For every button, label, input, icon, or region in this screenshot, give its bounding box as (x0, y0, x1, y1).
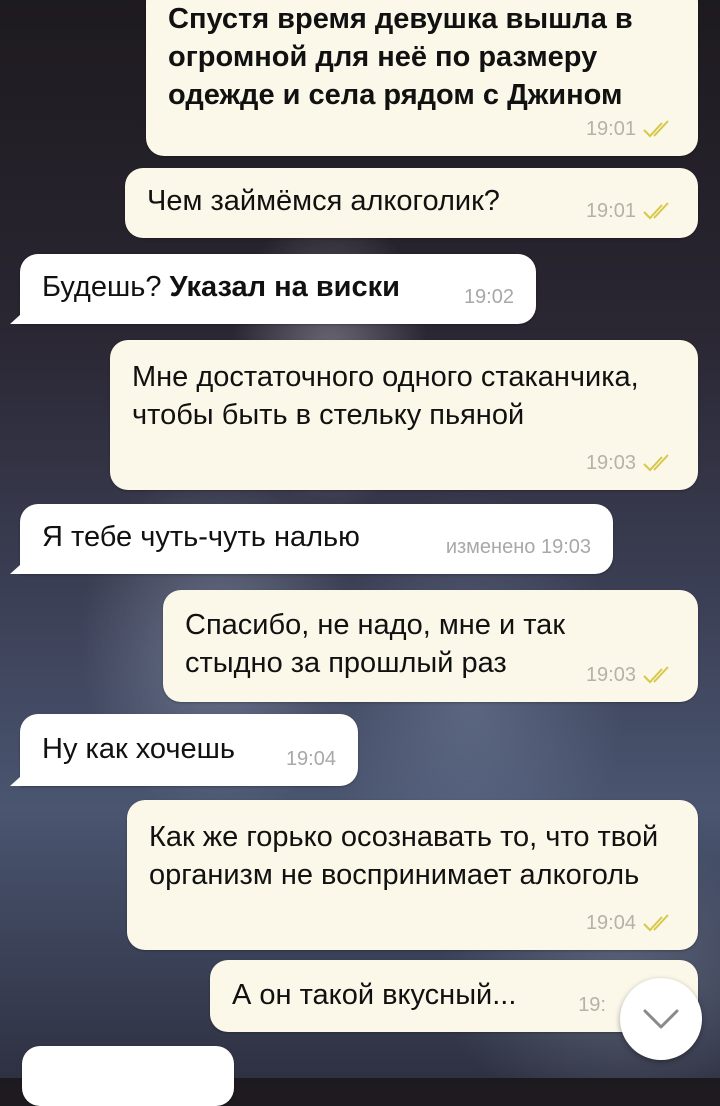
bubble-tail (10, 556, 30, 574)
chevron-down-icon (643, 1009, 679, 1029)
message-meta: 19:03 (586, 656, 676, 694)
message-bubble-outgoing[interactable]: Чем займёмся алкоголик? 19:01 (125, 168, 698, 238)
message-text: Будешь? (42, 271, 162, 303)
chat-area: Спустя время девушка вышла в огромной дл… (0, 0, 720, 1106)
message-time: 19:01 (585, 200, 636, 222)
message-meta: изменено 19:03 (446, 528, 591, 566)
double-check-icon (643, 666, 669, 684)
message-bubble-outgoing[interactable]: Спасибо, не надо, мне и так стыдно за пр… (163, 590, 698, 702)
message-meta: 19:04 (586, 904, 676, 942)
message-time: 19:03 (585, 664, 636, 686)
message-text: Спасибо, не надо, мне и так стыдно за пр… (185, 609, 566, 679)
bubble-tail (10, 306, 30, 324)
message-bubble-incoming[interactable]: Я тебе чуть-чуть налью изменено 19:03 (20, 504, 613, 574)
bubble-tail (10, 768, 30, 786)
message-bubble-outgoing[interactable]: Как же горько осознавать то, что твой ор… (127, 800, 698, 950)
message-text: Мне достаточного одного стаканчика, чтоб… (132, 361, 639, 431)
message-meta: 19:03 (586, 444, 676, 482)
message-time: 19:04 (285, 748, 336, 770)
message-text: Спустя время девушка вышла в огромной дл… (168, 3, 633, 111)
message-text: Я тебе чуть-чуть налью (42, 521, 360, 553)
message-text: Чем займёмся алкоголик? (147, 185, 500, 217)
message-text: А он такой вкусный... (232, 979, 517, 1011)
message-bubble-incoming[interactable]: Ну как хочешь 19:04 (20, 714, 358, 786)
message-time: 19:04 (585, 912, 636, 934)
message-time: 19:03 (585, 452, 636, 474)
message-bubble-incoming[interactable] (22, 1046, 234, 1106)
message-edited-time: изменено 19:03 (445, 536, 591, 558)
message-bubble-outgoing[interactable]: Мне достаточного одного стаканчика, чтоб… (110, 340, 698, 490)
message-text: Ну как хочешь (42, 733, 235, 765)
message-action-text: Указал на виски (169, 271, 400, 303)
double-check-icon (643, 120, 669, 138)
message-bubble-outgoing[interactable]: Спустя время девушка вышла в огромной дл… (146, 0, 698, 156)
message-meta: 19: (578, 986, 606, 1024)
double-check-icon (643, 202, 669, 220)
message-text: Как же горько осознавать то, что твой ор… (149, 821, 659, 891)
double-check-icon (643, 914, 669, 932)
message-time: 19: (578, 994, 606, 1016)
message-meta: 19:04 (286, 740, 336, 778)
scroll-to-bottom-button[interactable] (620, 978, 702, 1060)
message-meta: 19:01 (586, 110, 676, 148)
message-time: 19:01 (585, 118, 636, 140)
message-meta: 19:01 (586, 192, 676, 230)
message-meta: 19:02 (464, 278, 514, 316)
message-time: 19:02 (463, 286, 514, 308)
message-bubble-incoming[interactable]: Будешь? Указал на виски 19:02 (20, 254, 536, 324)
double-check-icon (643, 454, 669, 472)
